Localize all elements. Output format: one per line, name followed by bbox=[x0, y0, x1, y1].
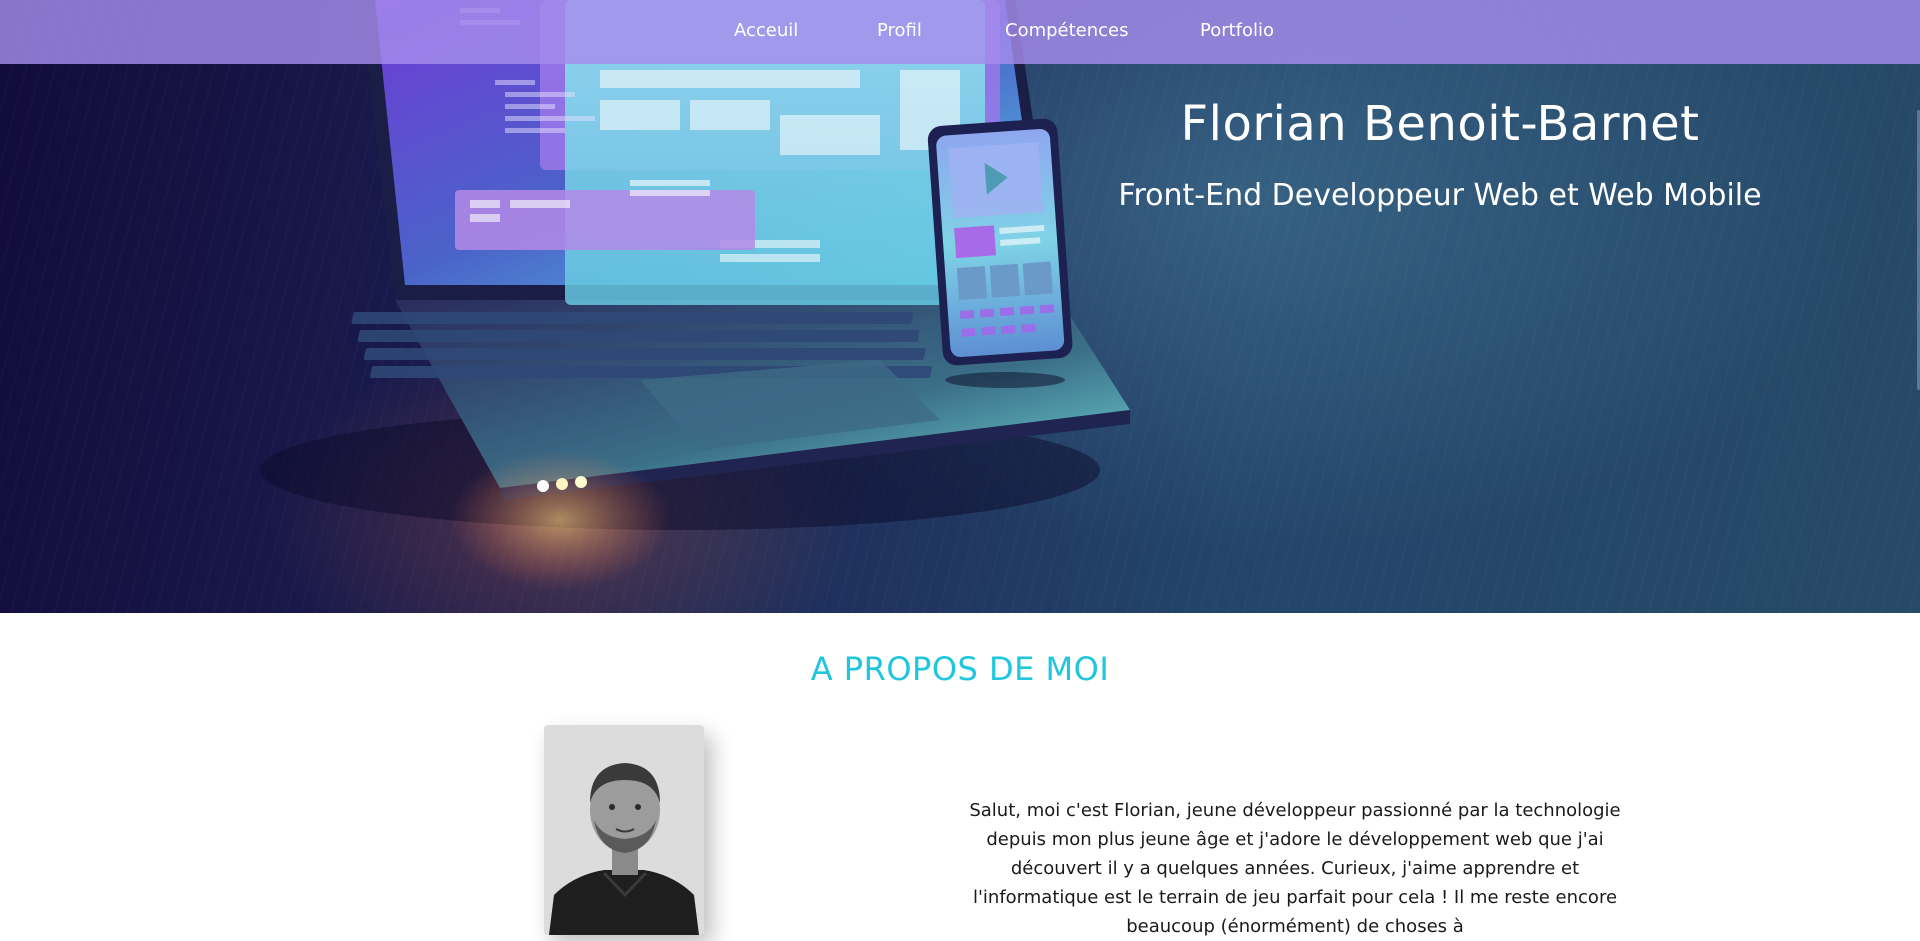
about-heading: A PROPOS DE MOI bbox=[810, 650, 1110, 688]
nav-link-profil[interactable]: Profil bbox=[877, 20, 922, 41]
person-portrait-icon bbox=[544, 725, 704, 935]
hero-banner: Florian Benoit-Barnet Front-End Developp… bbox=[0, 0, 1920, 613]
about-paragraph: Salut, moi c'est Florian, jeune développ… bbox=[969, 800, 1621, 937]
hero-subtitle: Front-End Developpeur Web et Web Mobile bbox=[1118, 178, 1762, 213]
nav-link-competences[interactable]: Compétences bbox=[1005, 20, 1129, 41]
top-navigation: Acceuil Profil Compétences Portfolio bbox=[0, 0, 1920, 64]
page-scrollbar[interactable] bbox=[1916, 0, 1920, 919]
laptop-with-phone-illustration bbox=[260, 0, 1130, 590]
profile-photo bbox=[544, 725, 704, 935]
nav-link-portfolio[interactable]: Portfolio bbox=[1200, 20, 1274, 41]
nav-link-accueil[interactable]: Acceuil bbox=[734, 20, 798, 41]
hero-title: Florian Benoit-Barnet bbox=[1180, 96, 1700, 152]
